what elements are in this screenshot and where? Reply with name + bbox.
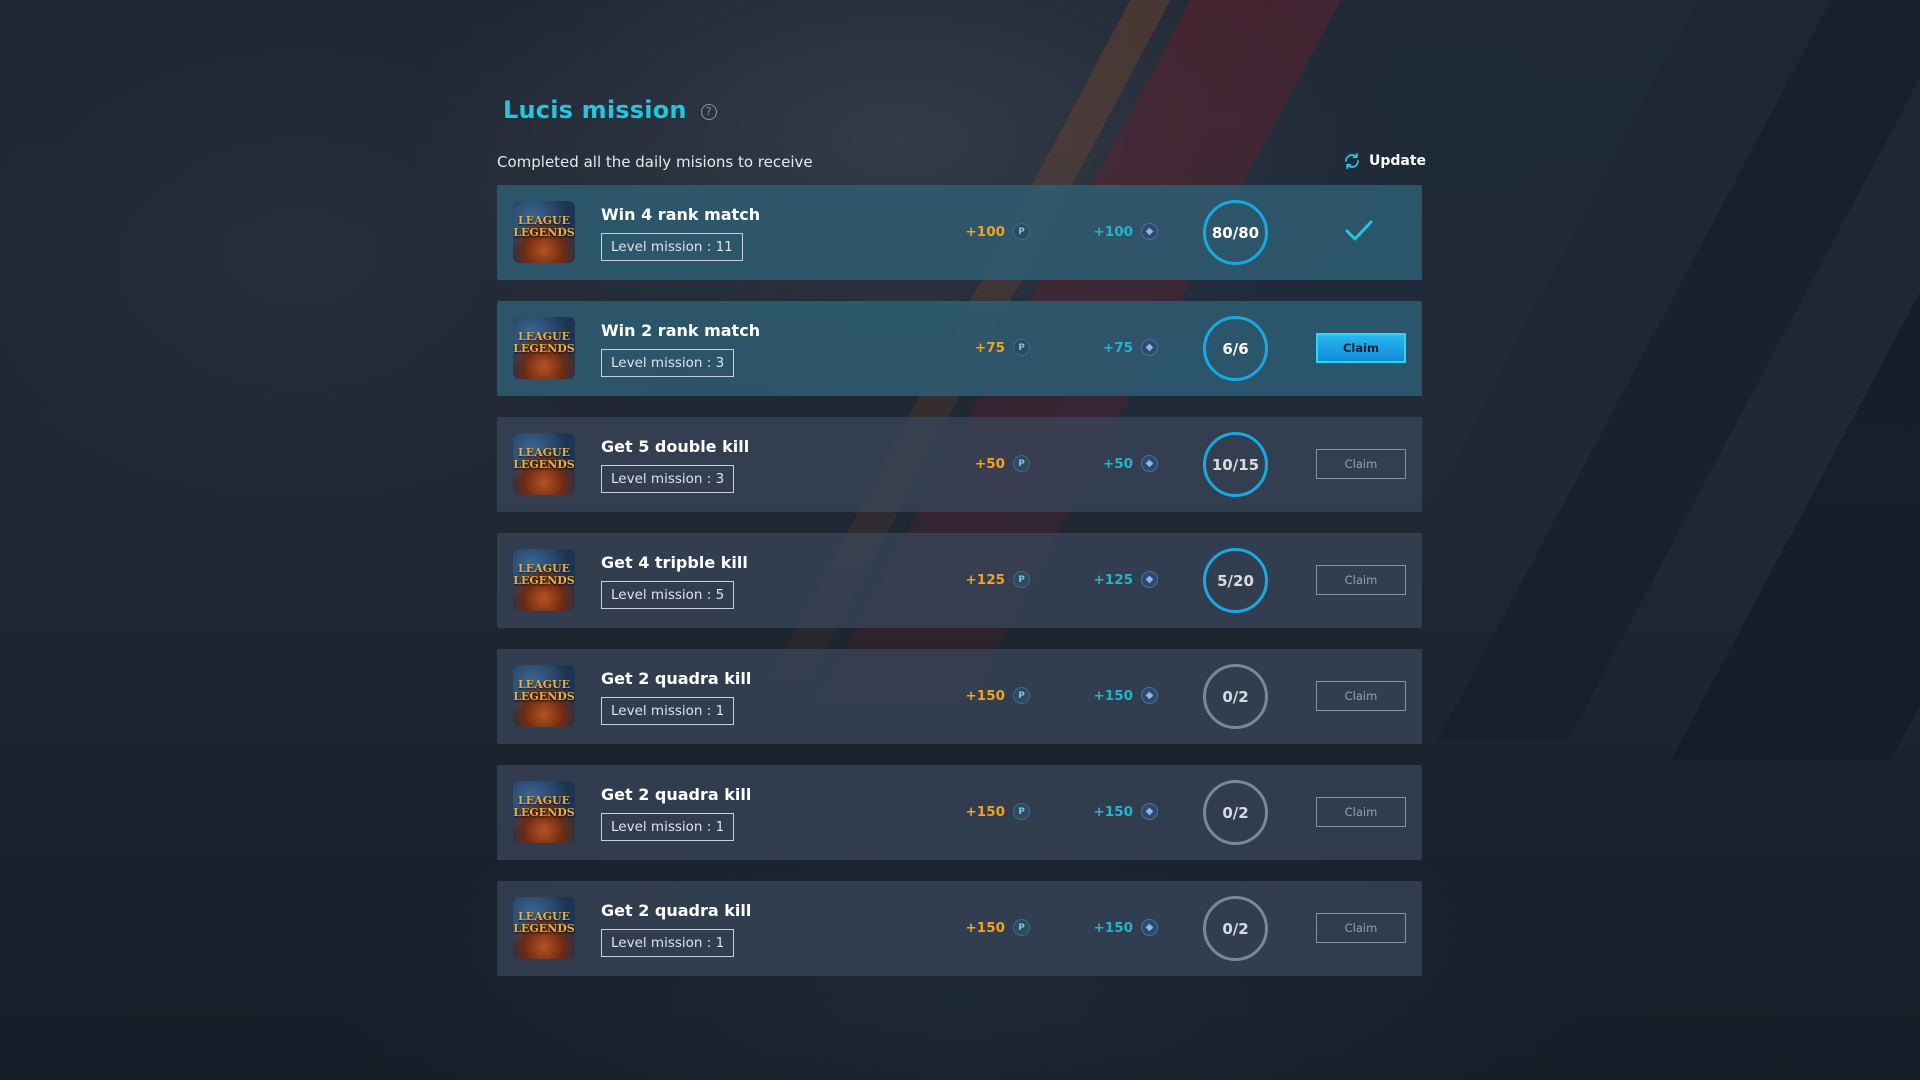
gem-icon: ◆: [1141, 223, 1158, 240]
gem-reward-value: +150: [1093, 687, 1134, 704]
game-logo-text: LEAGUE LEGENDS: [513, 214, 575, 239]
mission-name: Get 2 quadra kill: [601, 785, 752, 804]
game-thumbnail: LEAGUE LEGENDS: [513, 781, 575, 843]
title-row: Lucis mission ?: [503, 96, 717, 124]
points-reward: +150 P: [965, 687, 1030, 704]
gem-reward: +75 ◆: [1103, 339, 1158, 356]
gem-reward: +100 ◆: [1093, 223, 1158, 240]
claim-button[interactable]: Claim: [1316, 913, 1406, 943]
mission-level-badge: Level mission : 11: [601, 233, 743, 261]
mission-row: LEAGUE LEGENDS Get 5 double kill Level miss…: [497, 417, 1422, 512]
mission-level-badge: Level mission : 5: [601, 581, 735, 609]
game-logo-text: LEAGUE LEGENDS: [513, 562, 575, 587]
page-subtitle: Completed all the daily misions to recei…: [497, 153, 813, 171]
progress-ring: 10/15: [1203, 432, 1268, 497]
check-icon: [1345, 220, 1373, 241]
mission-row: LEAGUE LEGENDS Get 2 quadra kill Level miss…: [497, 765, 1422, 860]
game-logo-text: LEAGUE LEGENDS: [513, 446, 575, 471]
points-reward: +75 P: [975, 339, 1030, 356]
gem-icon: ◆: [1141, 339, 1158, 356]
mission-name: Win 4 rank match: [601, 205, 761, 224]
update-button[interactable]: Update: [1343, 152, 1426, 170]
game-thumbnail: LEAGUE LEGENDS: [513, 665, 575, 727]
gem-reward: +150 ◆: [1093, 803, 1158, 820]
mission-row: LEAGUE LEGENDS Get 4 tripble kill Level mis…: [497, 533, 1422, 628]
points-reward: +125 P: [965, 571, 1030, 588]
gem-reward: +150 ◆: [1093, 687, 1158, 704]
progress-ring: 6/6: [1203, 316, 1268, 381]
mission-level-badge: Level mission : 3: [601, 349, 735, 377]
points-reward-value: +125: [965, 571, 1006, 588]
mission-level-badge: Level mission : 1: [601, 697, 735, 725]
points-coin-icon: P: [1013, 803, 1030, 820]
game-logo-text: LEAGUE LEGENDS: [513, 910, 575, 935]
points-coin-icon: P: [1013, 339, 1030, 356]
gem-reward: +50 ◆: [1103, 455, 1158, 472]
points-reward-value: +75: [974, 339, 1005, 356]
mission-list: LEAGUE LEGENDS Win 4 rank match Level missi…: [497, 185, 1422, 997]
points-coin-icon: P: [1013, 223, 1030, 240]
points-coin-icon: P: [1013, 687, 1030, 704]
points-reward-value: +150: [965, 687, 1006, 704]
game-thumbnail: LEAGUE LEGENDS: [513, 549, 575, 611]
progress-ring: 0/2: [1203, 664, 1268, 729]
game-logo-text: LEAGUE LEGENDS: [513, 794, 575, 819]
mission-name: Get 5 double kill: [601, 437, 750, 456]
claim-button[interactable]: Claim: [1316, 565, 1406, 595]
points-reward: +50 P: [975, 455, 1030, 472]
game-logo-text: LEAGUE LEGENDS: [513, 330, 575, 355]
gem-reward-value: +125: [1093, 571, 1134, 588]
points-reward: +150 P: [965, 919, 1030, 936]
mission-level-badge: Level mission : 1: [601, 813, 735, 841]
points-coin-icon: P: [1013, 571, 1030, 588]
claim-button[interactable]: Claim: [1316, 333, 1406, 363]
points-reward-value: +150: [965, 919, 1006, 936]
game-thumbnail: LEAGUE LEGENDS: [513, 201, 575, 263]
points-reward: +100 P: [965, 223, 1030, 240]
game-thumbnail: LEAGUE LEGENDS: [513, 897, 575, 959]
gem-reward-value: +150: [1093, 919, 1134, 936]
help-icon[interactable]: ?: [700, 103, 717, 120]
progress-ring: 80/80: [1203, 200, 1268, 265]
gem-reward-value: +75: [1102, 339, 1133, 356]
mission-name: Get 2 quadra kill: [601, 901, 752, 920]
mission-level-badge: Level mission : 1: [601, 929, 735, 957]
gem-reward-value: +100: [1093, 223, 1134, 240]
game-thumbnail: LEAGUE LEGENDS: [513, 317, 575, 379]
progress-ring: 0/2: [1203, 896, 1268, 961]
points-reward: +150 P: [965, 803, 1030, 820]
progress-ring: 5/20: [1203, 548, 1268, 613]
gem-reward: +150 ◆: [1093, 919, 1158, 936]
points-reward-value: +50: [974, 455, 1005, 472]
points-coin-icon: P: [1013, 919, 1030, 936]
progress-ring: 0/2: [1203, 780, 1268, 845]
points-reward-value: +150: [965, 803, 1006, 820]
update-label: Update: [1369, 153, 1427, 169]
gem-reward-value: +50: [1102, 455, 1133, 472]
mission-level-badge: Level mission : 3: [601, 465, 735, 493]
gem-icon: ◆: [1141, 919, 1158, 936]
refresh-icon: [1345, 152, 1359, 170]
gem-reward: +125 ◆: [1093, 571, 1158, 588]
mission-name: Get 2 quadra kill: [601, 669, 752, 688]
mission-row: LEAGUE LEGENDS Win 4 rank match Level missi…: [497, 185, 1422, 280]
gem-reward-value: +150: [1093, 803, 1134, 820]
gem-icon: ◆: [1141, 803, 1158, 820]
gem-icon: ◆: [1141, 455, 1158, 472]
gem-icon: ◆: [1141, 571, 1158, 588]
game-logo-text: LEAGUE LEGENDS: [513, 678, 575, 703]
claim-button[interactable]: Claim: [1316, 797, 1406, 827]
mission-name: Get 4 tripble kill: [601, 553, 748, 572]
points-coin-icon: P: [1013, 455, 1030, 472]
points-reward-value: +100: [965, 223, 1006, 240]
game-thumbnail: LEAGUE LEGENDS: [513, 433, 575, 495]
gem-icon: ◆: [1141, 687, 1158, 704]
page-title: Lucis mission: [503, 96, 687, 124]
claim-button[interactable]: Claim: [1316, 681, 1406, 711]
mission-row: LEAGUE LEGENDS Win 2 rank match Level missi…: [497, 301, 1422, 396]
mission-row: LEAGUE LEGENDS Get 2 quadra kill Level miss…: [497, 881, 1422, 976]
claim-button[interactable]: Claim: [1316, 449, 1406, 479]
mission-name: Win 2 rank match: [601, 321, 761, 340]
mission-row: LEAGUE LEGENDS Get 2 quadra kill Level miss…: [497, 649, 1422, 744]
